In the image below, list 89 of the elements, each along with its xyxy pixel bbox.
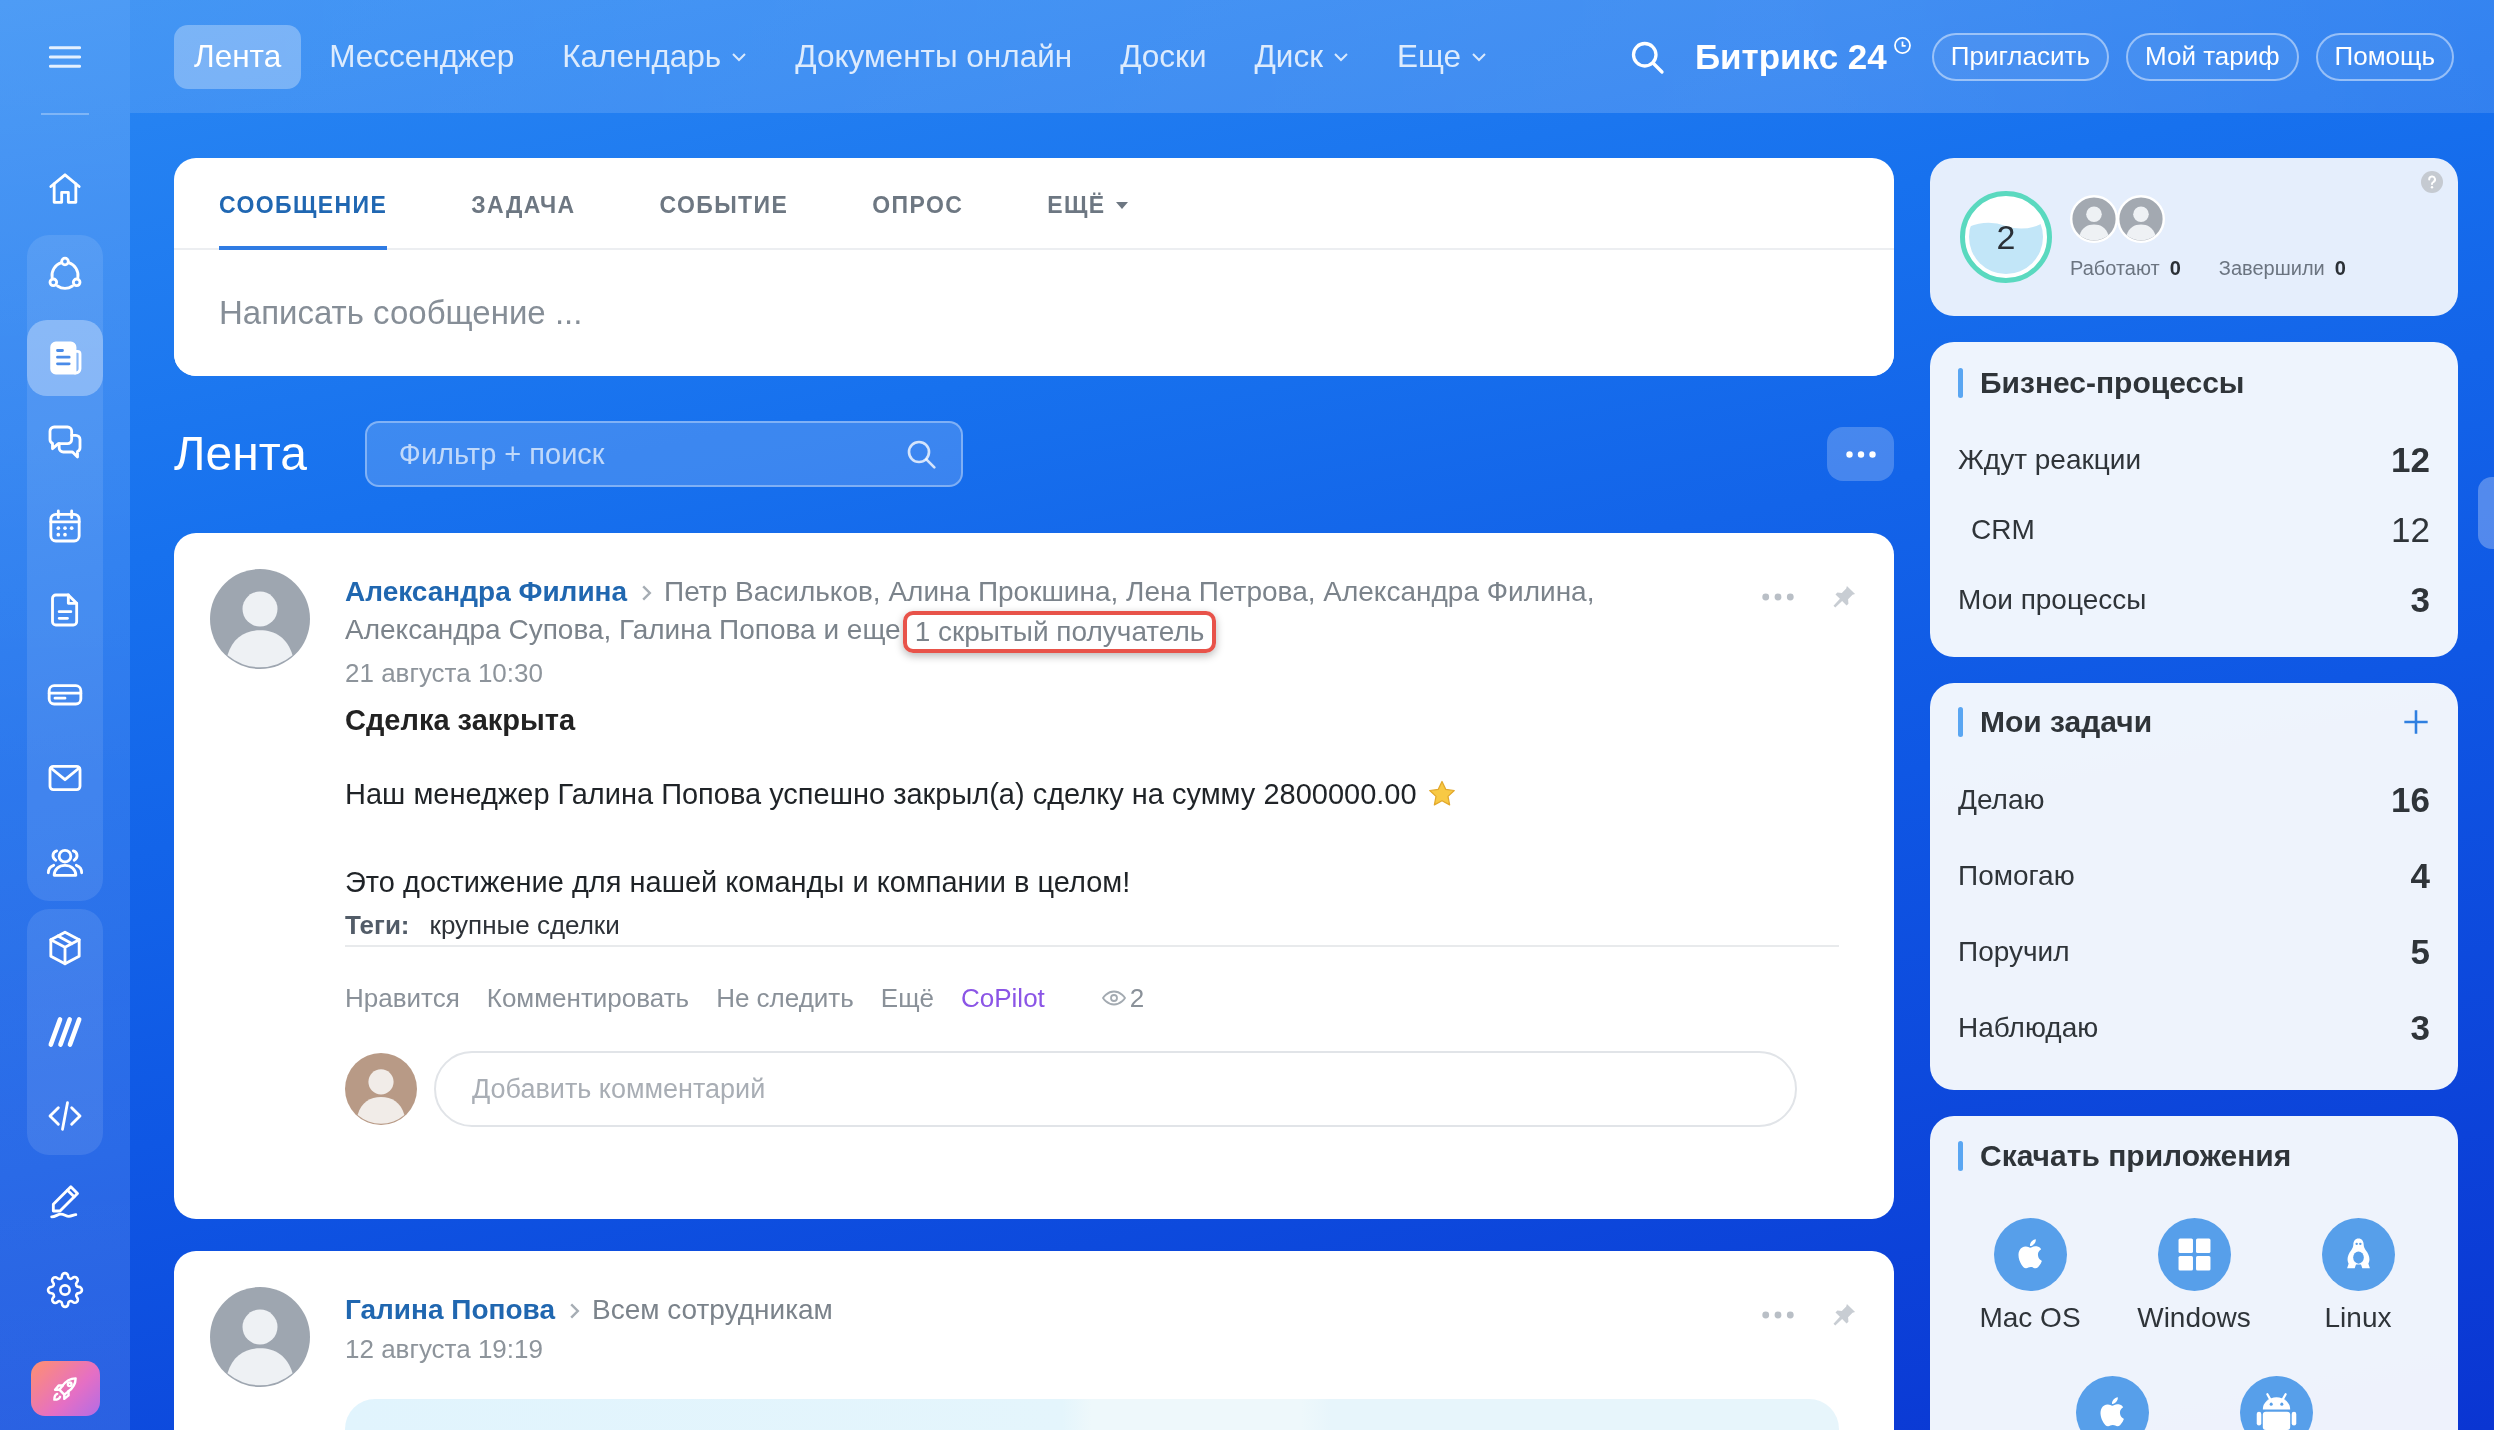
stat-value: 0	[2169, 256, 2181, 279]
card-title: Скачать приложения	[1980, 1139, 2292, 1173]
accent-bar	[1958, 368, 1963, 398]
composer-tab[interactable]: СОБЫТИЕ	[659, 158, 789, 250]
post-action-link[interactable]: Не следить	[716, 978, 854, 1018]
feed-title: Лента	[174, 426, 307, 482]
header-button[interactable]: Мой тариф	[2125, 32, 2299, 81]
row-count: 3	[2410, 580, 2430, 620]
row-count: 16	[2391, 780, 2430, 820]
stat-label: Завершили	[2218, 256, 2325, 279]
post-action-link[interactable]: Ещё	[880, 978, 934, 1018]
accent-bar	[1958, 707, 1963, 737]
row-label[interactable]: Делаю	[1958, 784, 2045, 816]
assistant-link[interactable]: CoPilot	[961, 978, 1045, 1018]
card-title: Бизнес-процессы	[1980, 366, 2245, 400]
row-label[interactable]: CRM	[1971, 514, 2035, 546]
stat-value: 0	[2334, 256, 2346, 279]
post-action-link[interactable]: Нравится	[345, 978, 460, 1018]
plus-icon[interactable]	[2402, 708, 2430, 736]
sidebar-item[interactable]	[27, 320, 103, 396]
more-button[interactable]	[1827, 427, 1894, 481]
author-link[interactable]: Галина Попова	[345, 1294, 555, 1325]
row-label[interactable]: Наблюдаю	[1958, 1012, 2099, 1044]
nav-tab[interactable]: Доски	[1100, 24, 1227, 89]
post-action-link[interactable]: Комментировать	[486, 978, 690, 1018]
app-download-link[interactable]: Windows	[2112, 1218, 2276, 1336]
row-count: 3	[2410, 1008, 2430, 1048]
card-title: Мои задачи	[1980, 705, 2153, 739]
avatar-icon[interactable]	[2117, 194, 2165, 243]
stat-label: Работают	[2070, 256, 2160, 279]
more-icon[interactable]	[1762, 1311, 1794, 1319]
more-icon[interactable]	[1762, 593, 1794, 601]
post-text: Наш менеджер Галина Попова успешно закрыл(а) сделку на сумму 2800000.00	[345, 778, 1417, 810]
recipients-line: Галина Попова Всем сотрудникам	[345, 1293, 834, 1327]
comment-field[interactable]: Добавить комментарий	[434, 1051, 1797, 1127]
recipients-line: Александра Филина Петр Васильков, Алина Прокшина, Лена Петрова, Александра Филина, Александра Супова, Галина Попова и еще 1 скрытый получатель	[345, 573, 1715, 653]
hidden-recipients-link[interactable]: 1 скрытый получатель	[902, 611, 1217, 653]
message-input[interactable]: Написать сообщение ...	[219, 289, 1849, 337]
view-count: 2	[1129, 982, 1145, 1015]
avatar-icon[interactable]	[2070, 194, 2118, 243]
row-label[interactable]: Ждут реакции	[1958, 444, 2142, 476]
accent-bar	[1958, 1141, 1963, 1171]
header-button[interactable]: Помощь	[2315, 32, 2454, 81]
nav-tab[interactable]: Мессенджер	[309, 24, 535, 89]
row-label[interactable]: Мои процессы	[1958, 584, 2147, 616]
tags-label: Теги:	[345, 909, 410, 942]
nav-tab[interactable]: Диск	[1234, 24, 1369, 89]
avatar-icon[interactable]	[210, 1287, 310, 1387]
eye-icon	[1101, 990, 1126, 1006]
row-label[interactable]: Помогаю	[1958, 860, 2075, 892]
post-date: 21 августа 10:30	[345, 657, 544, 690]
help-icon[interactable]	[2421, 171, 2443, 193]
clock-icon	[1892, 36, 1912, 55]
nav-tab[interactable]: Документы онлайн	[775, 24, 1093, 89]
author-link[interactable]: Александра Филина	[345, 576, 628, 607]
side-panel-handle[interactable]	[2478, 477, 2494, 549]
row-count: 12	[2391, 510, 2430, 550]
row-count: 12	[2391, 440, 2430, 480]
app-download-link[interactable]: Linux	[2276, 1218, 2440, 1336]
settings-icon	[45, 1270, 85, 1310]
header-button[interactable]: Пригласить	[1931, 32, 2109, 81]
row-count: 5	[2410, 932, 2430, 972]
sidebar-item[interactable]	[30, 1361, 100, 1416]
chevron-right-icon	[641, 584, 653, 602]
worker-count: 2	[1996, 217, 2016, 257]
avatar-icon[interactable]	[210, 569, 310, 669]
row-count: 4	[2410, 856, 2430, 896]
brand-name[interactable]: Битрикс 24	[1694, 36, 1887, 77]
more-icon	[1845, 450, 1876, 458]
nav-tab[interactable]: Календарь	[542, 24, 768, 89]
menu-icon[interactable]	[49, 44, 81, 69]
row-label[interactable]: Поручил	[1958, 936, 2070, 968]
post-text: Это достижение для нашей команды и компании в целом!	[345, 865, 1132, 900]
avatar-icon	[345, 1053, 417, 1125]
composer-tab[interactable]: ОПРОС	[872, 158, 964, 250]
app-download-link[interactable]: Mac OS	[1948, 1218, 2112, 1336]
nav-tab[interactable]: Еще	[1376, 24, 1508, 89]
composer-tab[interactable]: ЕЩЁ	[1047, 158, 1128, 250]
apple-icon	[1993, 1218, 2067, 1291]
post-title: Сделка закрыта	[345, 703, 577, 738]
penguin-icon	[2321, 1218, 2395, 1291]
tag-link[interactable]: крупные сделки	[429, 905, 620, 945]
star-icon	[1426, 779, 1457, 809]
post-date: 12 августа 19:19	[345, 1333, 544, 1366]
search-input[interactable]: Фильтр + поиск	[398, 437, 905, 471]
chevron-right-icon	[569, 1302, 580, 1320]
search-field[interactable]: Фильтр + поиск	[364, 421, 963, 487]
four-squares-icon	[2157, 1218, 2231, 1291]
composer-tab[interactable]: ЗАДАЧА	[471, 158, 576, 250]
